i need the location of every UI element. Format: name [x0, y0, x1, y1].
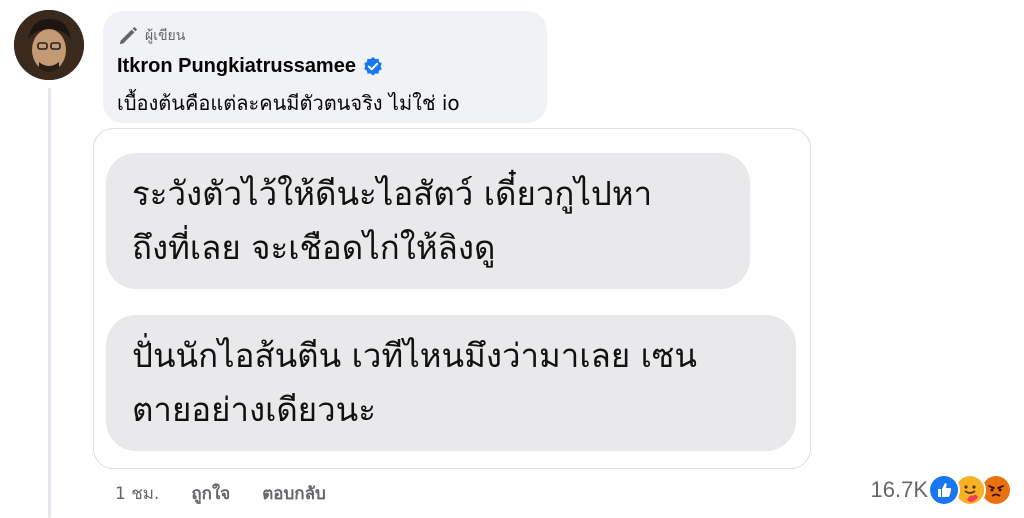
chat-message-line: ถึงที่เลย จะเชือดไก่ให้ลิงดู	[132, 228, 496, 267]
comment-text: เบื้องต้นคือแต่ละคนมีตัวตนจริง ไม่ใช่ io	[117, 91, 460, 115]
reply-button[interactable]: ตอบกลับ	[262, 480, 326, 507]
chat-message-line: ตายอย่างเดียวนะ	[132, 390, 376, 429]
verified-badge-icon	[364, 56, 382, 76]
chat-message: ปั่นนักไอส้นตีน เวทีไหนมึงว่ามาเลย เซน ต…	[106, 315, 796, 451]
author-name[interactable]: Itkron Pungkiatrussamee	[117, 55, 356, 78]
comment-actions: 1 ชม. ถูกใจ ตอบกลับ	[115, 480, 358, 507]
chat-message: ระวังตัวไว้ให้ดีนะไอสัตว์ เดี๋ยวกูไปหา ถ…	[106, 153, 750, 289]
chat-message-line: ระวังตัวไว้ให้ดีนะไอสัตว์ เดี๋ยวกูไปหา	[132, 174, 653, 213]
author-avatar[interactable]	[14, 10, 84, 80]
like-button[interactable]: ถูกใจ	[191, 480, 230, 507]
pen-icon	[119, 26, 138, 45]
attached-screenshot[interactable]: ระวังตัวไว้ให้ดีนะไอสัตว์ เดี๋ยวกูไปหา ถ…	[93, 128, 811, 469]
reaction-count: 16.7K	[870, 477, 929, 502]
reaction-summary[interactable]: 16.7K	[870, 474, 1012, 506]
like-icon	[928, 474, 960, 506]
chat-message-line: ปั่นนักไอส้นตีน เวทีไหนมึงว่ามาเลย เซน	[132, 336, 697, 375]
author-badge: ผู้เขียน	[117, 25, 185, 47]
comment-bubble: ผู้เขียน Itkron Pungkiatrussamee เบื้องต…	[103, 11, 547, 123]
thread-line	[48, 88, 51, 518]
comment-timestamp[interactable]: 1 ชม.	[115, 480, 159, 507]
author-badge-label: ผู้เขียน	[145, 28, 186, 44]
